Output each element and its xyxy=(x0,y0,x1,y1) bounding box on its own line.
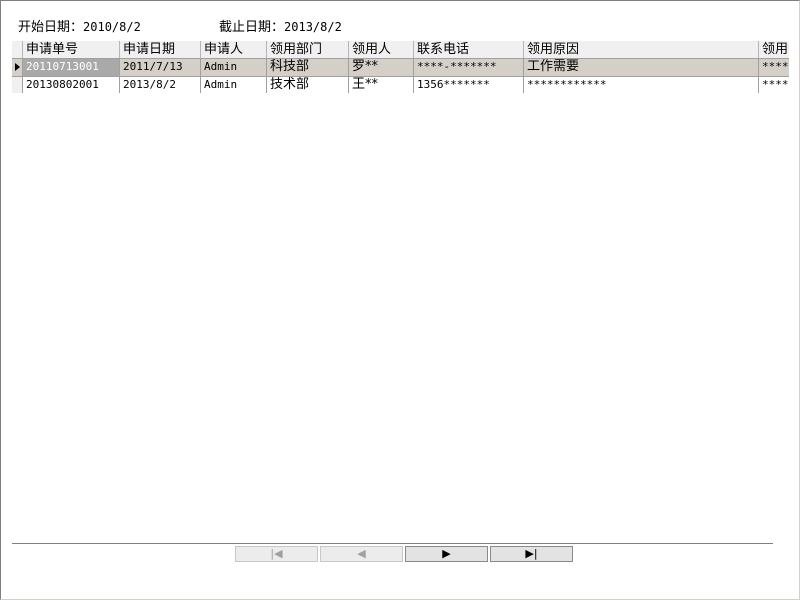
last-record-button[interactable]: ▶| xyxy=(490,546,573,562)
column-header-applicant[interactable]: 申请人 xyxy=(201,41,267,58)
column-header-more[interactable]: 领用 xyxy=(759,41,793,58)
row-indicator xyxy=(12,59,23,76)
cell-apply-no[interactable]: 20110713001 xyxy=(23,59,120,76)
cell-apply-date[interactable]: 2011/7/13 xyxy=(120,59,201,76)
pager-separator xyxy=(12,543,773,545)
cell-applicant[interactable]: Admin xyxy=(201,59,267,76)
grid-scroll-edge xyxy=(789,41,793,93)
header-indicator-cell xyxy=(12,41,23,58)
row-indicator xyxy=(12,77,23,93)
cell-phone[interactable]: 1356******* xyxy=(414,77,524,93)
cell-department[interactable]: 技术部 xyxy=(267,77,349,93)
cell-apply-date[interactable]: 2013/8/2 xyxy=(120,77,201,93)
cell-apply-no[interactable]: 20130802001 xyxy=(23,77,120,93)
column-header-reason[interactable]: 领用原因 xyxy=(524,41,759,58)
current-row-arrow-icon xyxy=(15,63,20,71)
column-header-receiver[interactable]: 领用人 xyxy=(349,41,414,58)
cell-phone[interactable]: ****-******* xyxy=(414,59,524,76)
column-header-phone[interactable]: 联系电话 xyxy=(414,41,524,58)
cell-reason[interactable]: ************ xyxy=(524,77,759,93)
first-record-button[interactable]: |◀ xyxy=(235,546,318,562)
next-record-button[interactable]: ▶ xyxy=(405,546,488,562)
cell-applicant[interactable]: Admin xyxy=(201,77,267,93)
column-header-department[interactable]: 领用部门 xyxy=(267,41,349,58)
cell-department[interactable]: 科技部 xyxy=(267,59,349,76)
cell-receiver[interactable]: 王** xyxy=(349,77,414,93)
cell-more[interactable]: **** xyxy=(759,77,793,93)
grid-header-row: 申请单号 申请日期 申请人 领用部门 领用人 联系电话 领用原因 领用 xyxy=(12,41,793,59)
date-range-bar: 开始日期：2010/8/2 截止日期：2013/8/2 xyxy=(18,18,342,36)
end-date-group: 截止日期：2013/8/2 xyxy=(219,18,342,37)
cell-reason[interactable]: 工作需要 xyxy=(524,59,759,76)
prev-record-button[interactable]: ◀ xyxy=(320,546,403,562)
table-row[interactable]: 20110713001 2011/7/13 Admin 科技部 罗** ****… xyxy=(12,59,793,77)
table-row[interactable]: 20130802001 2013/8/2 Admin 技术部 王** 1356*… xyxy=(12,77,793,93)
end-date-label: 截止日期： xyxy=(219,20,285,35)
column-header-apply-date[interactable]: 申请日期 xyxy=(120,41,201,58)
record-navigator: |◀ ◀ ▶ ▶| xyxy=(235,546,573,562)
start-date-label: 开始日期： xyxy=(18,20,84,35)
start-date-value[interactable]: 2010/8/2 xyxy=(83,20,141,34)
column-header-apply-no[interactable]: 申请单号 xyxy=(23,41,120,58)
data-grid[interactable]: 申请单号 申请日期 申请人 领用部门 领用人 联系电话 领用原因 领用 2011… xyxy=(12,41,793,93)
cell-more[interactable]: **** xyxy=(759,59,793,76)
cell-receiver[interactable]: 罗** xyxy=(349,59,414,76)
end-date-value[interactable]: 2013/8/2 xyxy=(284,20,342,34)
